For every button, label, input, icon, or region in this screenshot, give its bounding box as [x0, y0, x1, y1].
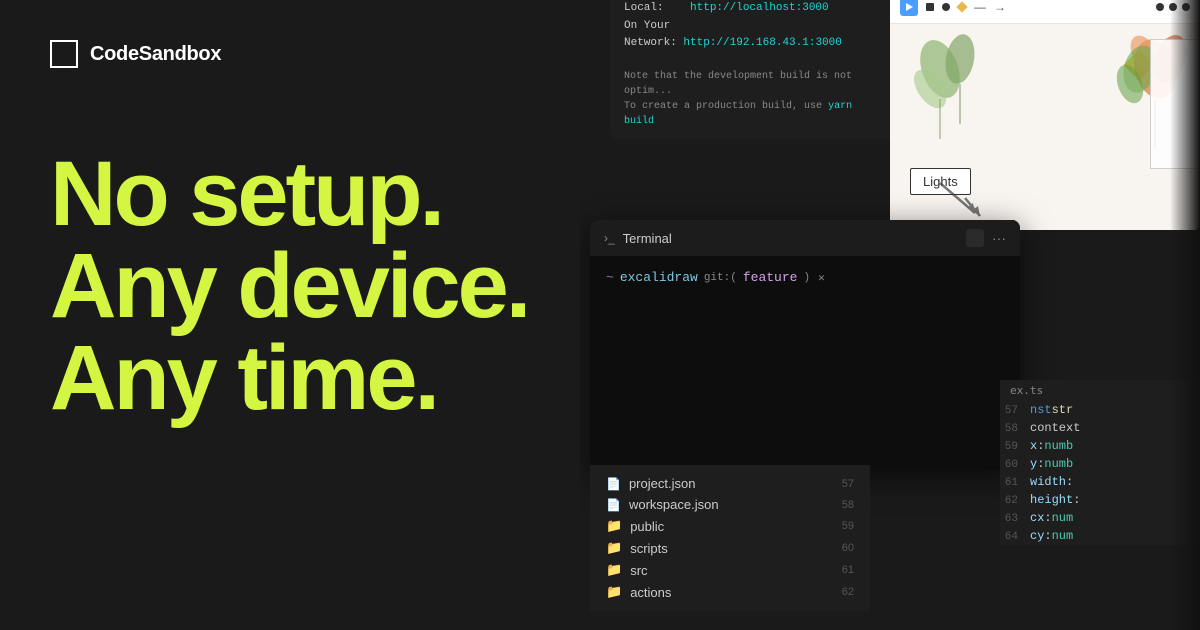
file-name: project.json: [629, 476, 695, 491]
prompt-symbol: ~: [606, 270, 614, 285]
terminal-header: ›_ Terminal ···: [590, 220, 1020, 256]
hero-line3: Any time.: [50, 332, 530, 424]
file-item-public[interactable]: 📁 public 59: [590, 515, 870, 537]
botanical-leaves: [910, 29, 1010, 149]
network-url: http://192.168.43.1:3000: [683, 37, 841, 49]
code-text: y: [1030, 457, 1037, 471]
line-num: 61: [1000, 477, 1030, 489]
line-num: 57: [1000, 405, 1030, 417]
hero-headline: No setup. Any device. Any time.: [50, 148, 530, 424]
code-text: context: [1030, 421, 1080, 435]
dev-note-line1: Note that the development build is not o…: [624, 69, 886, 99]
tool-dot: [1169, 3, 1177, 11]
file-name: scripts: [630, 541, 668, 556]
code-line-64: 64 cy: num: [1000, 527, 1200, 545]
logo-icon: [50, 40, 78, 68]
file-item-src[interactable]: 📁 src 61: [590, 559, 870, 581]
line-num: 58: [1000, 423, 1030, 435]
terminal-body: ~ excalidraw git:(feature) ✕: [590, 256, 1020, 299]
more-options-icon[interactable]: ···: [992, 230, 1006, 246]
code-filename: ex.ts: [1000, 380, 1200, 401]
hero-line2: Any device.: [50, 240, 530, 332]
file-name: public: [630, 519, 664, 534]
terminal-title: Terminal: [623, 231, 958, 246]
folder-icon: 📁: [606, 540, 622, 556]
line-num: 59: [1000, 441, 1030, 453]
hero-section: CodeSandbox No setup. Any device. Any ti…: [0, 0, 580, 630]
code-text: width: [1030, 475, 1066, 489]
file-name: actions: [630, 585, 671, 600]
code-line-63: 63 cx: num: [1000, 509, 1200, 527]
local-url: http://localhost:3000: [690, 2, 829, 14]
code-text: x: [1030, 439, 1037, 453]
code-panel: ex.ts 57 nst str 58 context 59 x: numb 6…: [1000, 380, 1200, 545]
dev-note: Note that the development build is not o…: [610, 63, 900, 139]
line-number: 58: [834, 499, 854, 511]
dev-server-window: Local: http://localhost:3000 On Your Net…: [610, 0, 900, 139]
white-card: [1150, 39, 1200, 169]
play-icon: [900, 0, 918, 16]
file-item-scripts[interactable]: 📁 scripts 60: [590, 537, 870, 559]
local-label: Local:: [624, 2, 664, 14]
folder-icon: 📁: [606, 584, 622, 600]
prompt-dir: excalidraw: [620, 270, 698, 285]
tool-dot: [1156, 3, 1164, 11]
line-number: 57: [834, 478, 854, 490]
excalidraw-window: — →: [890, 0, 1200, 230]
file-name: src: [630, 563, 647, 578]
terminal-window: ›_ Terminal ··· ~ excalidraw git:( featur…: [590, 220, 1020, 470]
toolbar-right: [1156, 3, 1190, 11]
arrow-right-icon: →: [994, 0, 1006, 14]
maximize-button[interactable]: [966, 229, 984, 247]
file-item-project-json[interactable]: 📄 project.json 57: [590, 473, 870, 494]
prompt-git-label: git:(: [704, 272, 737, 284]
code-line-60: 60 y: numb: [1000, 455, 1200, 473]
folder-icon: 📁: [606, 518, 622, 534]
file-item-actions[interactable]: 📁 actions 62: [590, 581, 870, 603]
code-line-58: 58 context: [1000, 419, 1200, 437]
line-number: 61: [834, 564, 854, 576]
dev-note-line2: To create a production build, use yarn b…: [624, 99, 886, 129]
code-text: height: [1030, 493, 1073, 507]
code-text: cx: [1030, 511, 1044, 525]
prompt-close: ✕: [818, 271, 825, 285]
line-number: 59: [834, 520, 854, 532]
diamond-tool: [956, 1, 967, 12]
code-text: nst: [1030, 403, 1052, 417]
dev-server-content: Local: http://localhost:3000 On Your Net…: [610, 0, 900, 63]
file-icon: 📄: [606, 477, 621, 491]
line-num: 60: [1000, 459, 1030, 471]
code-line-61: 61 width:: [1000, 473, 1200, 491]
file-item-workspace-json[interactable]: 📄 workspace.json 58: [590, 494, 870, 515]
terminal-icon: ›_: [604, 231, 615, 245]
tool-dot: [1182, 3, 1190, 11]
line-number: 62: [834, 586, 854, 598]
prompt-branch: feature: [743, 270, 798, 285]
logo-area: CodeSandbox: [50, 40, 530, 68]
logo-text: CodeSandbox: [90, 43, 221, 66]
terminal-prompt: ~ excalidraw git:(feature) ✕: [606, 270, 1004, 285]
excalidraw-canvas: Lights: [890, 24, 1200, 230]
file-name: workspace.json: [629, 497, 719, 512]
minus-icon: —: [974, 0, 986, 14]
code-text: cy: [1030, 529, 1044, 543]
file-icon: 📄: [606, 498, 621, 512]
line-num: 63: [1000, 513, 1030, 525]
sketch-arrows: [935, 178, 985, 218]
line-num: 62: [1000, 495, 1030, 507]
file-explorer: 📄 project.json 57 📄 workspace.json 58 📁 …: [590, 465, 870, 611]
hero-line1: No setup.: [50, 148, 530, 240]
line-num: 64: [1000, 531, 1030, 543]
folder-icon: 📁: [606, 562, 622, 578]
code-line-57: 57 nst str: [1000, 401, 1200, 419]
circle-tool: [942, 3, 950, 11]
code-line-59: 59 x: numb: [1000, 437, 1200, 455]
code-line-62: 62 height:: [1000, 491, 1200, 509]
stop-icon: [926, 3, 934, 11]
line-number: 60: [834, 542, 854, 554]
ui-section: Local: http://localhost:3000 On Your Net…: [580, 0, 1200, 630]
network-label: On Your Network:: [624, 20, 677, 50]
